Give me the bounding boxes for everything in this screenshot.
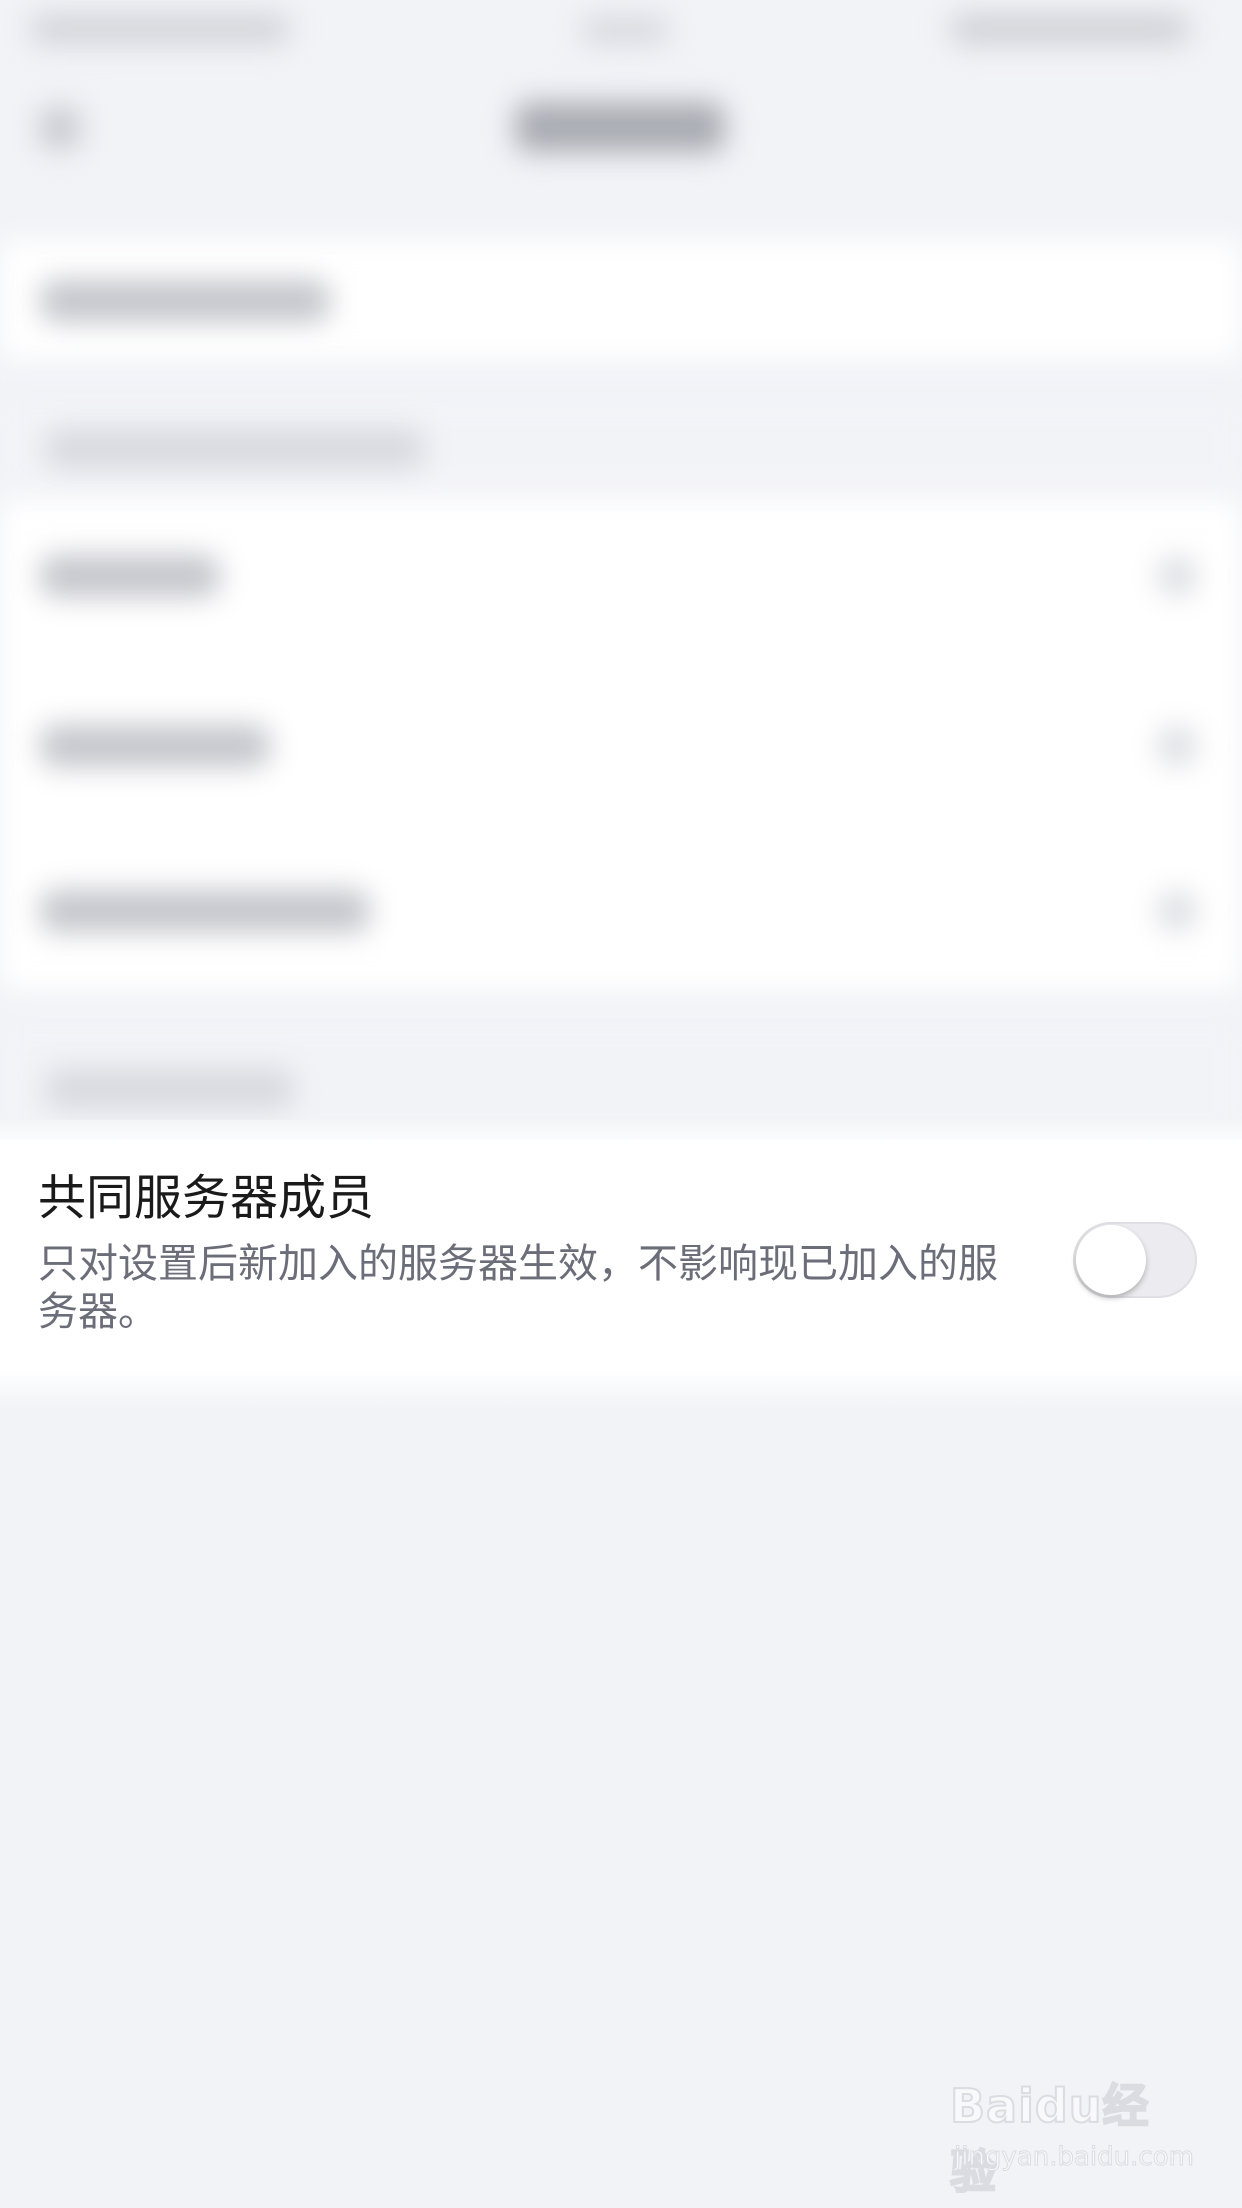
blurred-section-label xyxy=(45,428,425,470)
common-server-members-row: 共同服务器成员 只对设置后新加入的服务器生效，不影响现已加入的服务器。 xyxy=(0,1140,1242,1380)
blurred-row-label[interactable] xyxy=(40,890,370,932)
settings-card-list xyxy=(0,500,1242,990)
blurred-label xyxy=(40,280,330,322)
status-bar xyxy=(0,0,1242,60)
blurred-row-label[interactable] xyxy=(40,725,270,767)
chevron-right-icon xyxy=(1157,556,1197,596)
status-bar-left xyxy=(30,14,290,44)
navigation-bar xyxy=(0,60,1242,190)
chevron-right-icon xyxy=(1157,726,1197,766)
row-description: 只对设置后新加入的服务器生效，不影响现已加入的服务器。 xyxy=(38,1241,998,1335)
common-server-members-toggle[interactable] xyxy=(1073,1222,1197,1298)
settings-card-top xyxy=(0,240,1242,360)
baidu-jingyan-watermark: Baidu经验 jingyan.baidu.com xyxy=(949,2070,1194,2200)
row-edge-fade xyxy=(0,1370,1242,1410)
blurred-section-label xyxy=(45,1068,295,1110)
blurred-row-label[interactable] xyxy=(40,555,220,597)
section-header-blurred xyxy=(0,400,1242,490)
page-title xyxy=(515,102,725,152)
chevron-right-icon xyxy=(1157,891,1197,931)
watermark-logo: Baidu经验 xyxy=(949,2078,1150,2200)
toggle-knob[interactable] xyxy=(1076,1225,1146,1295)
watermark-url: jingyan.baidu.com xyxy=(954,2142,1195,2173)
status-bar-time xyxy=(580,16,670,44)
blurred-background xyxy=(0,0,1242,1160)
back-icon[interactable] xyxy=(40,108,80,148)
row-title: 共同服务器成员 xyxy=(38,1170,375,1226)
status-bar-right xyxy=(950,14,1190,44)
